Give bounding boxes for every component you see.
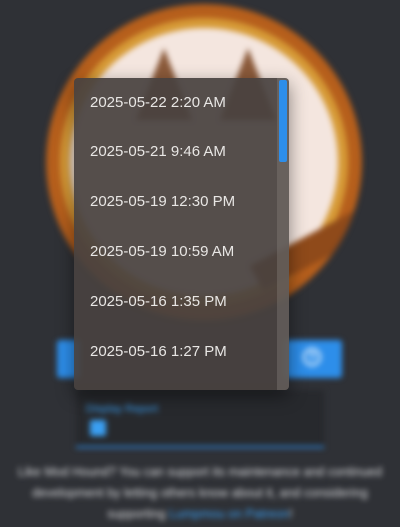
- dropdown-item[interactable]: 2025-05-16 1:27 PM: [74, 326, 289, 376]
- dropdown-item[interactable]: 2025-05-16 1:35 PM: [74, 276, 289, 326]
- display-report-field[interactable]: Display Report: [76, 390, 324, 448]
- dropdown-item[interactable]: 2025-05-22 2:20 AM: [74, 78, 289, 126]
- help-icon: ?: [303, 348, 321, 366]
- dropdown-scrollbar[interactable]: [277, 78, 289, 390]
- dropdown-item[interactable]: 2025-05-19 12:30 PM: [74, 176, 289, 226]
- help-button[interactable]: ?: [285, 340, 342, 378]
- dropdown-item[interactable]: 2025-05-21 9:46 AM: [74, 126, 289, 176]
- report-icon: [90, 420, 106, 436]
- dropdown-scrollbar-thumb[interactable]: [279, 80, 287, 162]
- report-date-dropdown[interactable]: 2025-05-22 2:20 AM 2025-05-21 9:46 AM 20…: [74, 78, 289, 390]
- support-message: Like Mod Hound? You can support its main…: [16, 462, 384, 525]
- display-report-label: Display Report: [86, 403, 159, 415]
- patreon-link[interactable]: Lumpmou on Patreon: [169, 507, 289, 521]
- dropdown-item[interactable]: 2025-05-19 10:59 AM: [74, 226, 289, 276]
- support-text-suffix: !: [289, 507, 293, 521]
